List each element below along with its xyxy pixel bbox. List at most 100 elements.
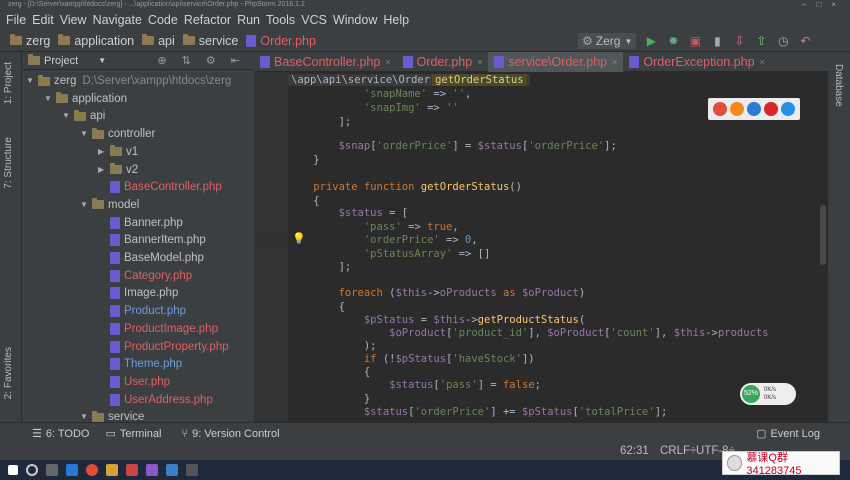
menu-tools[interactable]: Tools [266, 13, 295, 27]
todo-tool-button[interactable]: 6: TODO [46, 428, 90, 440]
tree-item[interactable]: Image.php [98, 284, 178, 302]
tab-orderexception[interactable]: OrderException.php × [623, 52, 770, 72]
firefox-icon[interactable] [729, 102, 744, 116]
tree-item[interactable]: ▼ controller [80, 125, 155, 143]
php-file-icon [110, 358, 120, 371]
tree-item[interactable]: UserAddress.php [98, 391, 213, 409]
project-tool-tab[interactable]: 1: Project [3, 62, 14, 104]
menu-file[interactable]: File [6, 13, 26, 27]
menu-run[interactable]: Run [237, 13, 260, 27]
tree-item[interactable]: Theme.php [98, 355, 182, 373]
collapsed-arrow-icon[interactable]: ▶ [98, 161, 110, 179]
tree-item[interactable]: ▼ service [80, 408, 144, 422]
collapsed-arrow-icon[interactable]: ▶ [98, 143, 110, 161]
chrome-taskbar-icon[interactable] [86, 464, 98, 476]
tree-item[interactable]: ▼ api [62, 107, 105, 125]
search-icon[interactable] [26, 464, 38, 476]
explorer-icon[interactable] [106, 464, 118, 476]
stop-icon[interactable]: ▮ [710, 34, 724, 48]
safari-icon[interactable] [746, 102, 761, 116]
tree-item[interactable]: ProductProperty.php [98, 338, 229, 356]
crumb-service[interactable]: service [182, 34, 238, 48]
edge-icon[interactable] [66, 464, 78, 476]
tree-item[interactable]: Category.php [98, 267, 192, 285]
expanded-arrow-icon[interactable]: ▼ [62, 107, 74, 125]
menu-help[interactable]: Help [383, 13, 409, 27]
window-controls[interactable]: –□× [802, 0, 846, 10]
editor-scrollbar[interactable] [820, 205, 826, 265]
tree-item-label: User.php [124, 375, 171, 388]
menu-vcs[interactable]: VCS [301, 13, 327, 27]
panel-tools[interactable]: ⊕ ⇅ ⚙ ⇤ [157, 54, 246, 67]
run-icon[interactable]: ▶ [644, 34, 658, 48]
tree-item[interactable]: ProductImage.php [98, 320, 218, 338]
tree-item[interactable]: Banner.php [98, 214, 183, 232]
menu-refactor[interactable]: Refactor [184, 13, 231, 27]
tab-basecontroller[interactable]: BaseController.php × [254, 52, 397, 72]
crumb-order-php[interactable]: Order.php [246, 34, 316, 48]
menu-view[interactable]: View [60, 13, 87, 27]
tree-item[interactable]: Product.php [98, 302, 186, 320]
tree-item-label: model [108, 198, 140, 211]
editor-breadcrumb[interactable]: \app\api\service\Order getOrderStatus [288, 74, 530, 86]
tree-item[interactable]: ▼ model [80, 196, 139, 214]
ie-icon[interactable] [781, 102, 796, 116]
terminal-taskbar-icon[interactable] [186, 464, 198, 476]
menu-window[interactable]: Window [333, 13, 377, 27]
crumb-application[interactable]: application [58, 34, 134, 48]
tree-item[interactable]: BannerItem.php [98, 231, 206, 249]
tree-item[interactable]: BaseModel.php [98, 249, 204, 267]
tree-item[interactable]: ▶ v1 [98, 143, 138, 161]
start-icon[interactable] [8, 465, 18, 475]
tab-service-order[interactable]: service\Order.php × [488, 51, 624, 72]
opera-icon[interactable] [764, 102, 779, 116]
debug-icon[interactable]: ✹ [666, 34, 680, 48]
menu-edit[interactable]: Edit [32, 13, 54, 27]
favorites-tool-tab[interactable]: 2: Favorites [3, 347, 14, 399]
close-icon[interactable]: × [760, 57, 765, 67]
tree-item[interactable]: ▼ zerg D:\Server\xampp\htdocs\zerg [26, 72, 231, 90]
menu-navigate[interactable]: Navigate [93, 13, 142, 27]
expanded-arrow-icon[interactable]: ▼ [44, 90, 56, 108]
app-icon[interactable] [126, 464, 138, 476]
editor-gutter[interactable] [254, 72, 288, 422]
vcs-update-icon[interactable]: ⇩ [732, 34, 746, 48]
close-icon[interactable]: × [385, 57, 390, 67]
coverage-icon[interactable]: ▣ [688, 34, 702, 48]
project-panel-title[interactable]: Project [44, 55, 78, 67]
vscode-icon[interactable] [166, 464, 178, 476]
expanded-arrow-icon[interactable]: ▼ [26, 72, 38, 90]
line-separator[interactable]: CRLF÷ [660, 445, 696, 457]
tree-item[interactable]: ▼ application [44, 90, 127, 108]
menu-code[interactable]: Code [148, 13, 178, 27]
folder-icon [92, 410, 104, 422]
expanded-arrow-icon[interactable]: ▼ [80, 196, 92, 214]
upload-speed: 0K/s [764, 387, 777, 393]
tree-item[interactable]: ▶ v2 [98, 161, 138, 179]
vcs-commit-icon[interactable]: ⇧ [754, 34, 768, 48]
caret-position[interactable]: 62:31 [620, 445, 649, 457]
run-config-select[interactable]: ⚙ Zerg ▼ [578, 33, 637, 49]
chevron-down-icon[interactable]: ▼ [98, 56, 106, 65]
intention-bulb-icon[interactable]: 💡 [292, 232, 306, 245]
database-tool-tab[interactable]: Database [833, 64, 844, 107]
chrome-icon[interactable] [712, 102, 727, 116]
tree-item[interactable]: BaseController.php [98, 178, 222, 196]
code-editor[interactable]: \app\api\service\Order getOrderStatus 'sn… [288, 72, 828, 422]
close-icon[interactable]: × [477, 57, 482, 67]
history-icon[interactable]: ◷ [776, 34, 790, 48]
crumb-api[interactable]: api [142, 34, 175, 48]
tab-order-php[interactable]: Order.php × [397, 52, 489, 72]
structure-tool-tab[interactable]: 7: Structure [3, 137, 14, 189]
terminal-tool-button[interactable]: Terminal [120, 428, 162, 440]
phpstorm-icon[interactable] [146, 464, 158, 476]
expanded-arrow-icon[interactable]: ▼ [80, 408, 92, 422]
close-icon[interactable]: × [612, 57, 617, 67]
event-log-tool-button[interactable]: Event Log [770, 428, 820, 440]
expanded-arrow-icon[interactable]: ▼ [80, 125, 92, 143]
crumb-zerg[interactable]: zerg [10, 34, 50, 48]
task-view-icon[interactable] [46, 464, 58, 476]
version-control-tool-button[interactable]: 9: Version Control [192, 428, 279, 440]
tree-item[interactable]: User.php [98, 373, 170, 391]
revert-icon[interactable]: ↶ [798, 34, 812, 48]
